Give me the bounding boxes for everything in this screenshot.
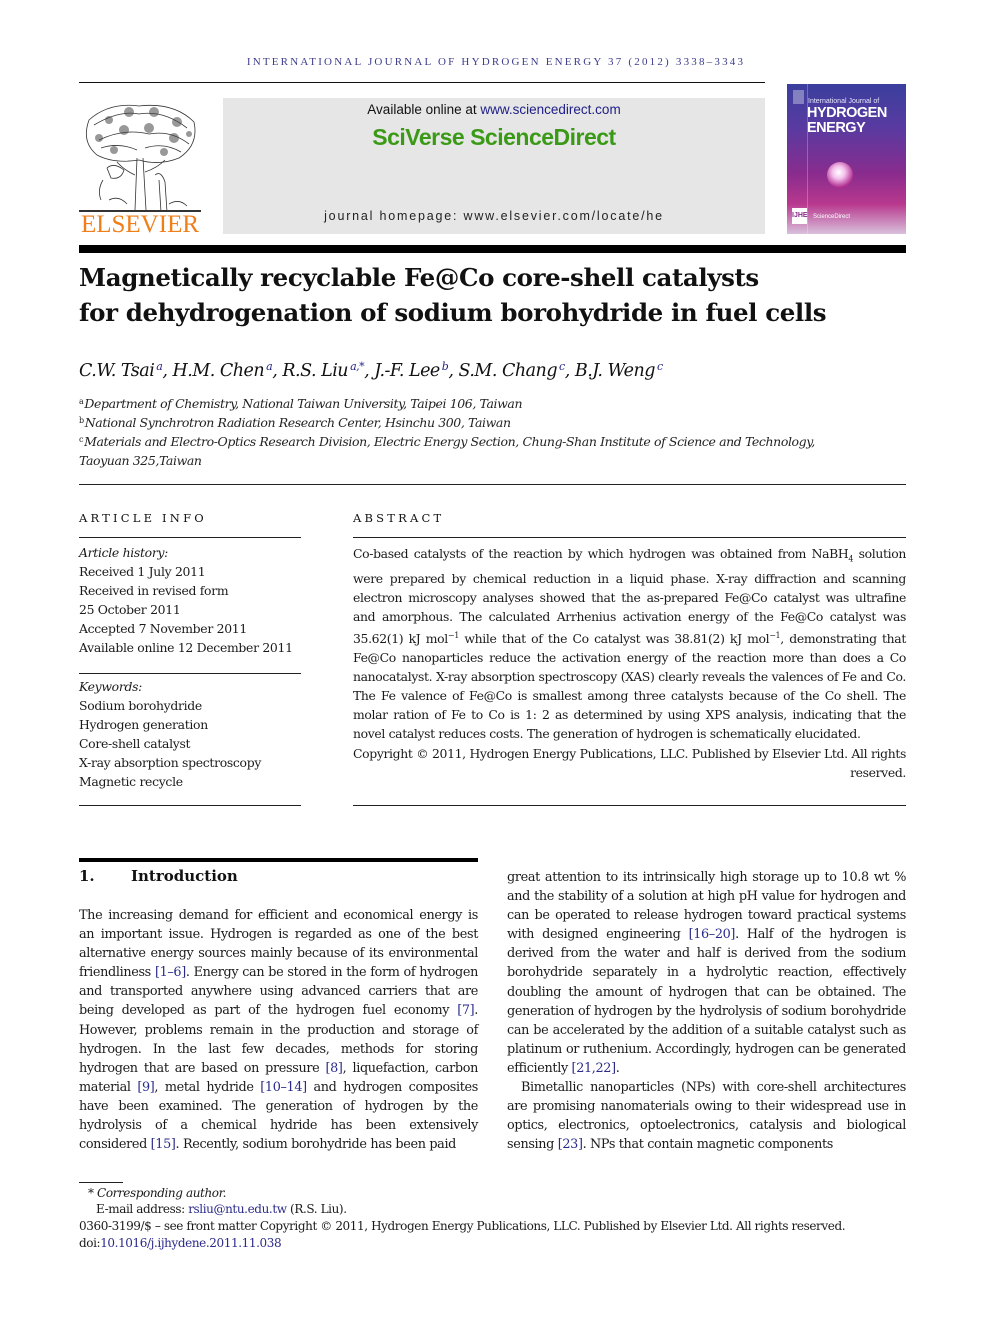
sciencedirect-link[interactable]: www.sciencedirect.com <box>480 102 620 117</box>
keyword[interactable]: X-ray absorption spectroscopy <box>79 755 309 770</box>
body-column-left: The increasing demand for efficient and … <box>79 906 478 1154</box>
body-paragraph: Bimetallic nanoparticles (NPs) with core… <box>507 1078 906 1154</box>
author-affiliation-mark[interactable]: a,* <box>350 360 365 373</box>
doi-line: doi:10.1016/j.ijhydene.2011.11.038 <box>79 1236 282 1250</box>
footnote-rule <box>79 1182 123 1183</box>
article-info-divider <box>79 805 301 806</box>
author-affiliation-mark[interactable]: c <box>657 360 663 373</box>
email-footnote: E-mail address: rsliu@ntu.edu.tw (R.S. L… <box>96 1202 347 1216</box>
author-email-link[interactable]: rsliu@ntu.edu.tw <box>188 1202 287 1216</box>
history-item: Received 1 July 2011 <box>79 564 206 579</box>
cover-sciencedirect-label: ScienceDirect <box>813 214 851 220</box>
citation-link[interactable]: [23] <box>558 1137 583 1152</box>
citation-link[interactable]: [10–14] <box>260 1080 307 1095</box>
abstract-divider <box>353 805 906 806</box>
elsevier-wordmark: ELSEVIER <box>80 211 200 238</box>
article-info-divider <box>79 537 301 538</box>
section-title: Introduction <box>131 867 238 885</box>
abstract-paragraph: Co-based catalysts of the reaction by wh… <box>353 546 906 742</box>
body-text: . Recently, sodium borohydride has been … <box>175 1137 457 1153</box>
body-text: . <box>615 1060 620 1076</box>
affiliation-divider <box>79 484 906 485</box>
cover-title: HYDROGEN ENERGY <box>807 106 887 136</box>
body-paragraph: great attention to its intrinsically hig… <box>507 868 906 1078</box>
author[interactable]: R.S. Liu a,* <box>282 360 365 381</box>
cover-publisher-logo-icon <box>793 90 804 104</box>
author-list: C.W. Tsai a, H.M. Chen a, R.S. Liu a,*, J.-… <box>79 360 663 381</box>
section-divider-bar <box>79 858 478 862</box>
author[interactable]: B.J. Weng c <box>575 360 663 381</box>
author-affiliation-mark[interactable]: c <box>559 360 565 373</box>
affiliation: cMaterials and Electro-Optics Research D… <box>79 434 815 449</box>
affiliation-continued: Taoyuan 325,Taiwan <box>79 453 202 468</box>
header-divider-bar <box>79 245 906 253</box>
top-rule <box>79 82 765 83</box>
citation-link[interactable]: [8] <box>326 1061 343 1076</box>
citation-link[interactable]: [1–6] <box>155 965 186 980</box>
abstract-divider <box>353 537 906 538</box>
author[interactable]: C.W. Tsai a <box>79 360 163 381</box>
keyword[interactable]: Hydrogen generation <box>79 717 309 732</box>
affiliation: bNational Synchrotron Radiation Research… <box>79 415 511 430</box>
abstract-body: Co-based catalysts of the reaction by wh… <box>353 544 906 782</box>
citation-link[interactable]: [9] <box>137 1080 154 1095</box>
available-online-text: Available online at www.sciencedirect.co… <box>223 102 765 117</box>
cover-title-line1: HYDROGEN <box>807 105 887 121</box>
author[interactable]: S.M. Chang c <box>458 360 565 381</box>
article-info-divider <box>79 673 301 674</box>
cover-orb-graphic <box>827 162 853 188</box>
body-text: . NPs that contain magnetic components <box>582 1137 834 1153</box>
available-online-prefix: Available online at <box>367 102 481 117</box>
article-history-label: Article history: <box>79 545 169 560</box>
article-title: Magnetically recyclable Fe@Co core-shell… <box>79 260 909 330</box>
body-column-right: great attention to its intrinsically hig… <box>507 868 906 1154</box>
keyword[interactable]: Sodium borohydride <box>79 698 309 713</box>
sciencedirect-banner: Available online at www.sciencedirect.co… <box>223 98 765 234</box>
author[interactable]: H.M. Chen a <box>173 360 273 381</box>
author-affiliation-mark[interactable]: a <box>156 360 163 373</box>
citation-link[interactable]: [15] <box>151 1137 176 1152</box>
affiliation: aDepartment of Chemistry, National Taiwa… <box>79 396 523 411</box>
citation-link[interactable]: [16–20] <box>689 927 736 942</box>
section-heading-introduction: 1. Introduction <box>79 867 238 885</box>
keyword[interactable]: Core-shell catalyst <box>79 736 309 751</box>
author[interactable]: J.-F. Lee b <box>374 360 449 381</box>
abstract-copyright: Copyright © 2011, Hydrogen Energy Public… <box>353 745 906 780</box>
issn-copyright-line: 0360-3199/$ – see front matter Copyright… <box>79 1219 846 1233</box>
article-title-line2: for dehydrogenation of sodium borohydrid… <box>79 298 827 327</box>
citation-link[interactable]: [21,22] <box>572 1061 617 1076</box>
keywords-label: Keywords: <box>79 679 143 694</box>
cover-ijhe-badge: IJHE <box>792 208 808 224</box>
author-affiliation-mark[interactable]: a <box>266 360 273 373</box>
body-text: . Half of the hydrogen is derived from t… <box>507 927 907 1076</box>
history-item: Received in revised form <box>79 583 229 598</box>
citation-link[interactable]: [7] <box>457 1003 474 1018</box>
history-item: Accepted 7 November 2011 <box>79 621 247 636</box>
cover-subtitle: International Journal of <box>808 98 880 105</box>
author-affiliation-mark[interactable]: b <box>442 360 449 373</box>
body-text: , metal hydride <box>154 1079 261 1095</box>
article-title-line1: Magnetically recyclable Fe@Co core-shell… <box>79 263 759 292</box>
article-info-heading: ARTICLE INFO <box>79 511 207 525</box>
section-number: 1. <box>79 867 95 885</box>
doi-link[interactable]: 10.1016/j.ijhydene.2011.11.038 <box>100 1236 281 1250</box>
corresponding-author-note: * Corresponding author. <box>88 1186 227 1200</box>
sciverse-sciencedirect-brand[interactable]: SciVerse ScienceDirect <box>223 124 765 151</box>
running-header: INTERNATIONAL JOURNAL OF HYDROGEN ENERGY… <box>246 56 746 68</box>
history-item: 25 October 2011 <box>79 602 181 617</box>
journal-cover-image: International Journal of HYDROGEN ENERGY… <box>787 84 906 234</box>
journal-homepage-link[interactable]: journal homepage: www.elsevier.com/locat… <box>223 209 765 223</box>
cover-title-line2: ENERGY <box>807 120 866 136</box>
history-item: Available online 12 December 2011 <box>79 640 293 655</box>
keyword[interactable]: Magnetic recycle <box>79 774 309 789</box>
body-paragraph: The increasing demand for efficient and … <box>79 906 478 1154</box>
abstract-heading: ABSTRACT <box>353 511 445 525</box>
